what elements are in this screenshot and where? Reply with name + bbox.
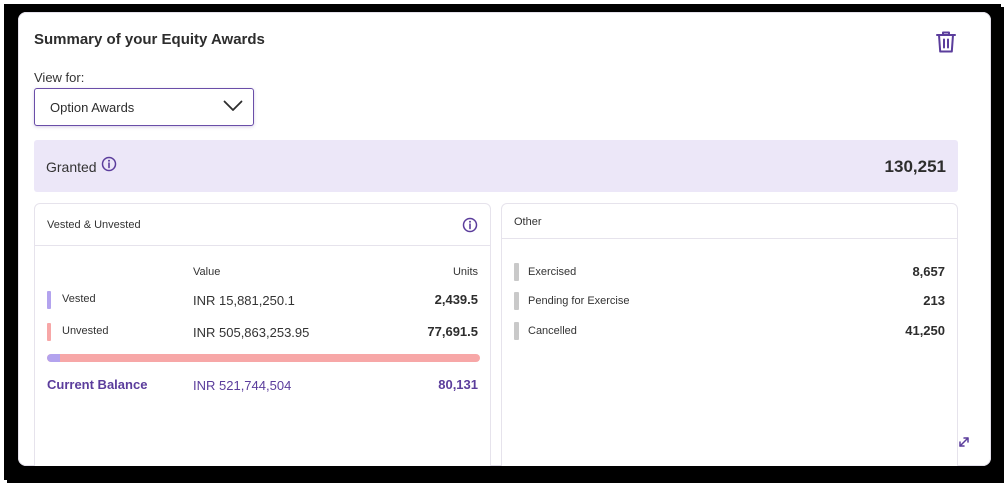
vested-value: INR 15,881,250.1 (193, 293, 295, 308)
current-balance-value: INR 521,744,504 (193, 378, 292, 393)
exercised-color-bar (514, 263, 519, 281)
vested-unvested-title: Vested & Unvested (47, 219, 141, 231)
vested-unvested-panel: Vested & Unvested Value Units Vested INR… (34, 203, 491, 466)
exercised-row: Exercised 8,657 (502, 262, 957, 282)
other-header: Other (502, 204, 957, 239)
equity-summary-card: Summary of your Equity Awards View for: … (18, 12, 991, 466)
unvested-label: Unvested (62, 325, 109, 337)
value-column-header: Value (193, 266, 221, 278)
info-icon[interactable] (101, 156, 117, 172)
current-balance-label: Current Balance (47, 377, 148, 392)
vested-row: Vested INR 15,881,250.1 2,439.5 (35, 290, 490, 310)
equity-summary-canvas: Summary of your Equity Awards View for: … (18, 12, 991, 466)
granted-label: Granted (46, 159, 97, 175)
vested-units: 2,439.5 (434, 292, 478, 307)
vested-label: Vested (62, 293, 96, 305)
cancelled-row: Cancelled 41,250 (502, 321, 957, 341)
cancelled-label: Cancelled (528, 325, 577, 337)
unvested-units: 77,691.5 (427, 324, 478, 339)
other-title: Other (514, 216, 542, 228)
units-column-header: Units (452, 266, 478, 278)
exercised-label: Exercised (528, 266, 577, 278)
pending-color-bar (514, 292, 519, 310)
info-icon[interactable] (462, 217, 478, 233)
pending-for-exercise-row: Pending for Exercise 213 (502, 291, 957, 311)
current-balance-units: 80,131 (438, 377, 478, 392)
expand-icon[interactable] (957, 435, 971, 449)
granted-value: 130,251 (884, 157, 946, 176)
unvested-value: INR 505,863,253.95 (193, 325, 310, 340)
cancelled-color-bar (514, 322, 519, 340)
granted-summary: Granted 130,251 (34, 140, 958, 192)
exercised-value: 8,657 (912, 264, 945, 279)
trash-icon[interactable] (935, 30, 957, 54)
pending-for-exercise-value: 213 (923, 293, 945, 308)
view-for-select[interactable]: Option Awards (34, 88, 254, 126)
chevron-down-icon (223, 100, 243, 111)
cancelled-value: 41,250 (905, 323, 945, 338)
pending-for-exercise-label: Pending for Exercise (528, 295, 630, 307)
other-panel: Other Exercised 8,657 Pending for Exerci… (501, 203, 958, 466)
unvested-color-bar (47, 323, 51, 341)
vested-color-bar (47, 291, 51, 309)
current-balance-row: Current Balance INR 521,744,504 80,131 (35, 376, 490, 396)
vested-progress-fill (47, 354, 61, 362)
vesting-progress-bar (47, 354, 480, 362)
view-for-label: View for: (34, 70, 85, 85)
unvested-row: Unvested INR 505,863,253.95 77,691.5 (35, 322, 490, 342)
view-for-selected-value: Option Awards (50, 100, 135, 115)
vested-unvested-header: Vested & Unvested (35, 204, 490, 246)
card-title: Summary of your Equity Awards (34, 31, 265, 48)
